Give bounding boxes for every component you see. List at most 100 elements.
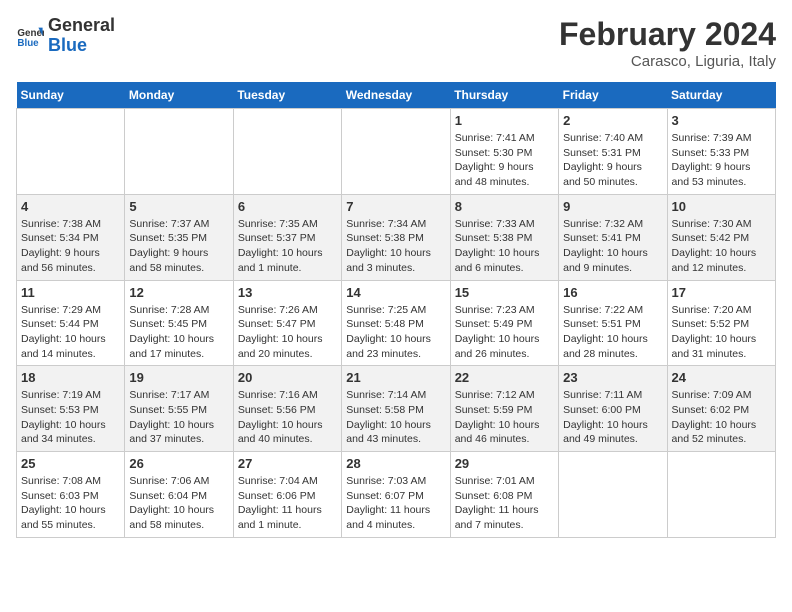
day-number: 18 xyxy=(21,370,120,385)
day-number: 29 xyxy=(455,456,554,471)
calendar-cell: 5 Sunrise: 7:37 AMSunset: 5:35 PMDaylight… xyxy=(125,194,233,280)
day-number: 3 xyxy=(672,113,771,128)
day-number: 21 xyxy=(346,370,445,385)
day-info: Sunrise: 7:08 AMSunset: 6:03 PMDaylight:… xyxy=(21,474,120,533)
day-info: Sunrise: 7:38 AMSunset: 5:34 PMDaylight:… xyxy=(21,217,120,276)
day-number: 13 xyxy=(238,285,337,300)
day-number: 8 xyxy=(455,199,554,214)
day-number: 20 xyxy=(238,370,337,385)
day-number: 1 xyxy=(455,113,554,128)
day-info: Sunrise: 7:29 AMSunset: 5:44 PMDaylight:… xyxy=(21,303,120,362)
day-number: 4 xyxy=(21,199,120,214)
calendar-week-row: 11 Sunrise: 7:29 AMSunset: 5:44 PMDayligh… xyxy=(17,280,776,366)
day-info: Sunrise: 7:30 AMSunset: 5:42 PMDaylight:… xyxy=(672,217,771,276)
day-number: 23 xyxy=(563,370,662,385)
calendar-cell xyxy=(17,109,125,195)
day-info: Sunrise: 7:33 AMSunset: 5:38 PMDaylight:… xyxy=(455,217,554,276)
calendar-cell: 11 Sunrise: 7:29 AMSunset: 5:44 PMDayligh… xyxy=(17,280,125,366)
calendar-cell: 8 Sunrise: 7:33 AMSunset: 5:38 PMDaylight… xyxy=(450,194,558,280)
calendar-cell: 13 Sunrise: 7:26 AMSunset: 5:47 PMDayligh… xyxy=(233,280,341,366)
day-number: 9 xyxy=(563,199,662,214)
calendar-cell: 21 Sunrise: 7:14 AMSunset: 5:58 PMDayligh… xyxy=(342,366,450,452)
page-title: February 2024 xyxy=(559,16,776,53)
calendar-cell xyxy=(233,109,341,195)
day-info: Sunrise: 7:25 AMSunset: 5:48 PMDaylight:… xyxy=(346,303,445,362)
day-info: Sunrise: 7:41 AMSunset: 5:30 PMDaylight:… xyxy=(455,131,554,190)
calendar-cell: 6 Sunrise: 7:35 AMSunset: 5:37 PMDaylight… xyxy=(233,194,341,280)
header-sunday: Sunday xyxy=(17,82,125,109)
day-number: 22 xyxy=(455,370,554,385)
calendar-cell: 23 Sunrise: 7:11 AMSunset: 6:00 PMDayligh… xyxy=(559,366,667,452)
day-number: 28 xyxy=(346,456,445,471)
header-saturday: Saturday xyxy=(667,82,775,109)
day-info: Sunrise: 7:40 AMSunset: 5:31 PMDaylight:… xyxy=(563,131,662,190)
day-number: 11 xyxy=(21,285,120,300)
calendar-cell: 15Sunrise: 7:23 AMSunset: 5:49 PMDayligh… xyxy=(450,280,558,366)
calendar-cell: 20 Sunrise: 7:16 AMSunset: 5:56 PMDayligh… xyxy=(233,366,341,452)
day-info: Sunrise: 7:12 AMSunset: 5:59 PMDaylight:… xyxy=(455,388,554,447)
calendar-cell: 4 Sunrise: 7:38 AMSunset: 5:34 PMDaylight… xyxy=(17,194,125,280)
calendar-week-row: 4 Sunrise: 7:38 AMSunset: 5:34 PMDaylight… xyxy=(17,194,776,280)
day-info: Sunrise: 7:20 AMSunset: 5:52 PMDaylight:… xyxy=(672,303,771,362)
day-info: Sunrise: 7:32 AMSunset: 5:41 PMDaylight:… xyxy=(563,217,662,276)
calendar-cell: 9 Sunrise: 7:32 AMSunset: 5:41 PMDaylight… xyxy=(559,194,667,280)
calendar-cell: 22 Sunrise: 7:12 AMSunset: 5:59 PMDayligh… xyxy=(450,366,558,452)
day-info: Sunrise: 7:16 AMSunset: 5:56 PMDaylight:… xyxy=(238,388,337,447)
header-wednesday: Wednesday xyxy=(342,82,450,109)
day-info: Sunrise: 7:23 AMSunset: 5:49 PMDaylight:… xyxy=(455,303,554,362)
logo-text: General Blue xyxy=(48,16,115,56)
calendar-week-row: 1 Sunrise: 7:41 AMSunset: 5:30 PMDaylight… xyxy=(17,109,776,195)
calendar-cell: 29 Sunrise: 7:01 AMSunset: 6:08 PMDayligh… xyxy=(450,452,558,538)
day-info: Sunrise: 7:28 AMSunset: 5:45 PMDaylight:… xyxy=(129,303,228,362)
calendar-cell: 18 Sunrise: 7:19 AMSunset: 5:53 PMDayligh… xyxy=(17,366,125,452)
day-number: 14 xyxy=(346,285,445,300)
day-number: 2 xyxy=(563,113,662,128)
day-number: 16 xyxy=(563,285,662,300)
day-number: 24 xyxy=(672,370,771,385)
calendar-cell: 26Sunrise: 7:06 AMSunset: 6:04 PMDayligh… xyxy=(125,452,233,538)
calendar-cell: 27Sunrise: 7:04 AMSunset: 6:06 PMDayligh… xyxy=(233,452,341,538)
day-number: 10 xyxy=(672,199,771,214)
calendar-week-row: 25 Sunrise: 7:08 AMSunset: 6:03 PMDayligh… xyxy=(17,452,776,538)
day-info: Sunrise: 7:19 AMSunset: 5:53 PMDaylight:… xyxy=(21,388,120,447)
day-number: 6 xyxy=(238,199,337,214)
page-subtitle: Carasco, Liguria, Italy xyxy=(559,53,776,70)
header-tuesday: Tuesday xyxy=(233,82,341,109)
calendar-cell: 17Sunrise: 7:20 AMSunset: 5:52 PMDayligh… xyxy=(667,280,775,366)
day-number: 26 xyxy=(129,456,228,471)
day-number: 19 xyxy=(129,370,228,385)
day-info: Sunrise: 7:14 AMSunset: 5:58 PMDaylight:… xyxy=(346,388,445,447)
calendar-cell: 28 Sunrise: 7:03 AMSunset: 6:07 PMDayligh… xyxy=(342,452,450,538)
calendar-cell: 1 Sunrise: 7:41 AMSunset: 5:30 PMDaylight… xyxy=(450,109,558,195)
calendar-table: SundayMondayTuesdayWednesdayThursdayFrid… xyxy=(16,82,776,538)
page-header: General Blue General Blue February 2024 … xyxy=(16,16,776,70)
header-friday: Friday xyxy=(559,82,667,109)
day-info: Sunrise: 7:37 AMSunset: 5:35 PMDaylight:… xyxy=(129,217,228,276)
calendar-cell: 10 Sunrise: 7:30 AMSunset: 5:42 PMDayligh… xyxy=(667,194,775,280)
day-info: Sunrise: 7:03 AMSunset: 6:07 PMDaylight:… xyxy=(346,474,445,533)
calendar-cell: 12 Sunrise: 7:28 AMSunset: 5:45 PMDayligh… xyxy=(125,280,233,366)
day-info: Sunrise: 7:11 AMSunset: 6:00 PMDaylight:… xyxy=(563,388,662,447)
day-info: Sunrise: 7:26 AMSunset: 5:47 PMDaylight:… xyxy=(238,303,337,362)
day-info: Sunrise: 7:17 AMSunset: 5:55 PMDaylight:… xyxy=(129,388,228,447)
calendar-cell: 16 Sunrise: 7:22 AMSunset: 5:51 PMDayligh… xyxy=(559,280,667,366)
day-info: Sunrise: 7:39 AMSunset: 5:33 PMDaylight:… xyxy=(672,131,771,190)
calendar-cell: 25 Sunrise: 7:08 AMSunset: 6:03 PMDayligh… xyxy=(17,452,125,538)
day-number: 12 xyxy=(129,285,228,300)
day-info: Sunrise: 7:01 AMSunset: 6:08 PMDaylight:… xyxy=(455,474,554,533)
day-number: 25 xyxy=(21,456,120,471)
calendar-cell xyxy=(667,452,775,538)
day-number: 5 xyxy=(129,199,228,214)
header-monday: Monday xyxy=(125,82,233,109)
day-info: Sunrise: 7:34 AMSunset: 5:38 PMDaylight:… xyxy=(346,217,445,276)
day-info: Sunrise: 7:22 AMSunset: 5:51 PMDaylight:… xyxy=(563,303,662,362)
calendar-cell: 19 Sunrise: 7:17 AMSunset: 5:55 PMDayligh… xyxy=(125,366,233,452)
calendar-cell: 2 Sunrise: 7:40 AMSunset: 5:31 PMDaylight… xyxy=(559,109,667,195)
calendar-cell: 24Sunrise: 7:09 AMSunset: 6:02 PMDayligh… xyxy=(667,366,775,452)
day-number: 7 xyxy=(346,199,445,214)
header-thursday: Thursday xyxy=(450,82,558,109)
calendar-cell: 7 Sunrise: 7:34 AMSunset: 5:38 PMDaylight… xyxy=(342,194,450,280)
day-info: Sunrise: 7:35 AMSunset: 5:37 PMDaylight:… xyxy=(238,217,337,276)
logo: General Blue General Blue xyxy=(16,16,115,56)
calendar-cell xyxy=(559,452,667,538)
